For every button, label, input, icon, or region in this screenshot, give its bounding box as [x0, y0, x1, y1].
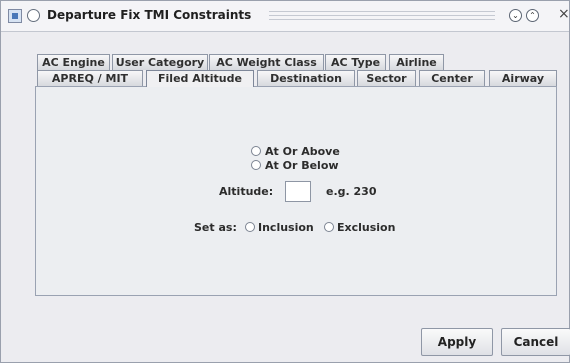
tab-airway[interactable]: Airway [489, 70, 557, 86]
tab-ac-engine[interactable]: AC Engine [37, 54, 110, 70]
altitude-example-text: e.g. 230 [326, 185, 377, 198]
tab-sector[interactable]: Sector [357, 70, 416, 86]
window-title: Departure Fix TMI Constraints [47, 8, 252, 22]
altitude-input[interactable] [285, 181, 311, 202]
tab-filed-altitude[interactable]: Filed Altitude [146, 70, 254, 87]
tab-destination[interactable]: Destination [257, 70, 355, 86]
close-button[interactable]: × [558, 6, 570, 22]
at-or-above-label[interactable]: At Or Above [265, 145, 340, 158]
exclusion-label[interactable]: Exclusion [337, 221, 395, 234]
altitude-label: Altitude: [219, 185, 274, 198]
apply-button[interactable]: Apply [421, 328, 493, 356]
tab-center[interactable]: Center [419, 70, 485, 86]
inclusion-label[interactable]: Inclusion [258, 221, 314, 234]
tab-user-category[interactable]: User Category [112, 54, 208, 70]
tab-ac-type[interactable]: AC Type [325, 54, 386, 70]
exclusion-radio[interactable] [324, 222, 334, 232]
minimize-button[interactable]: ⌄ [509, 9, 522, 22]
window-menu-circle-icon[interactable] [27, 9, 40, 22]
tab-airline[interactable]: Airline [389, 54, 444, 70]
title-bar-grip-lines [269, 11, 495, 20]
at-or-below-radio[interactable] [251, 160, 261, 170]
inclusion-radio[interactable] [245, 222, 255, 232]
tab-apreq-mit[interactable]: APREQ / MIT [37, 70, 143, 86]
title-bar: Departure Fix TMI Constraints ⌄ ⌃ × [1, 1, 570, 32]
at-or-below-label[interactable]: At Or Below [265, 159, 339, 172]
cancel-button[interactable]: Cancel [501, 328, 570, 356]
maximize-button[interactable]: ⌃ [526, 9, 539, 22]
set-as-label: Set as: [194, 221, 237, 234]
tab-ac-weight-class[interactable]: AC Weight Class [209, 54, 324, 70]
application-icon [8, 9, 22, 23]
at-or-above-radio[interactable] [251, 146, 261, 156]
departure-fix-tmi-constraints-window: Departure Fix TMI Constraints ⌄ ⌃ × AC E… [0, 0, 570, 363]
